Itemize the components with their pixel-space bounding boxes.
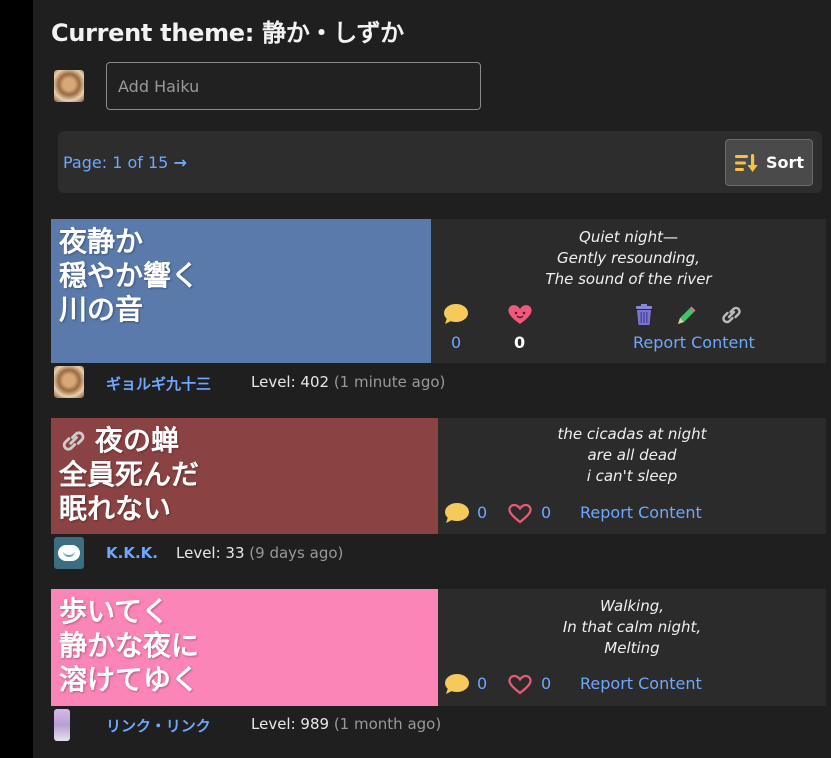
comment-icon (445, 503, 469, 523)
heart-filled-icon (508, 305, 532, 324)
author-avatar[interactable] (54, 537, 84, 569)
timestamp: (1 month ago) (333, 715, 442, 733)
author-name-link[interactable]: ギョルギ九十三 (106, 373, 211, 394)
haiku-author-row: K.K.K. Level: 33 (9 days ago) (51, 536, 826, 570)
page-indicator-label: Page: 1 of 15 (63, 153, 169, 172)
author-name-link[interactable]: リンク・リンク (106, 715, 211, 736)
page-indicator-link[interactable]: Page: 1 of 15 → (63, 153, 187, 172)
sort-down-icon (734, 153, 758, 172)
haiku-japanese-text: 歩いてく 静かな夜に 溶けてゆく (59, 595, 200, 696)
haiku-japanese-panel: 夜静か 穏やか響く 川の音 (51, 219, 431, 363)
link-icon[interactable] (59, 428, 87, 454)
heart-outline-icon (508, 503, 532, 524)
edit-button[interactable] (675, 305, 697, 327)
haiku-english-text: Walking, In that calm night, Melting (562, 597, 702, 657)
arrow-right-icon: → (173, 153, 187, 172)
main-content: Current theme: 静か・しずか Page: 1 of 15 → So… (33, 0, 831, 758)
timestamp: (1 minute ago) (333, 373, 446, 391)
haiku-english-panel: Quiet night— Gently resounding, The soun… (431, 219, 826, 363)
haiku-english-text: the cicadas at night are all dead i can'… (557, 425, 707, 485)
like-count: 0 (541, 674, 552, 693)
sort-button[interactable]: Sort (725, 139, 813, 186)
current-user-avatar[interactable] (54, 70, 84, 102)
comment-count: 0 (477, 503, 488, 522)
haiku-card: 夜の蝉 全員死んだ 眠れない the cicadas at night are … (51, 418, 826, 534)
pencil-icon (678, 306, 696, 324)
delete-button[interactable] (634, 304, 654, 326)
report-content-link[interactable]: Report Content (633, 333, 755, 352)
timestamp: (9 days ago) (249, 544, 344, 562)
like-button[interactable] (506, 501, 534, 525)
haiku-japanese-panel: 夜の蝉 全員死んだ 眠れない (51, 418, 438, 534)
level-label: Level: 402 (251, 373, 330, 391)
report-content-link[interactable]: Report Content (580, 674, 702, 693)
like-count: 0 (514, 333, 526, 352)
comment-count: 0 (451, 333, 462, 352)
add-haiku-input[interactable] (106, 62, 481, 110)
haiku-author-row: リンク・リンク Level: 989 (1 month ago) (51, 707, 826, 741)
haiku-japanese-line: 夜の蝉 (95, 424, 180, 457)
comment-icon (445, 674, 469, 694)
haiku-author-row: ギョルギ九十三 Level: 402 (1 minute ago) (51, 365, 826, 399)
haiku-english-text: Quiet night— Gently resounding, The soun… (545, 228, 712, 288)
trash-icon (636, 304, 652, 325)
like-button[interactable] (506, 302, 534, 326)
like-count: 0 (541, 503, 552, 522)
page-title: Current theme: 静か・しずか (51, 19, 404, 47)
comment-count: 0 (477, 674, 488, 693)
heart-outline-icon (508, 674, 532, 695)
haiku-japanese-panel: 歩いてく 静かな夜に 溶けてゆく (51, 589, 438, 706)
level-label: Level: 989 (251, 715, 330, 733)
haiku-english-panel: the cicadas at night are all dead i can'… (438, 418, 826, 534)
haiku-japanese-text: 全員死んだ 眠れない (59, 458, 200, 525)
author-level: Level: 402 (1 minute ago) (251, 373, 445, 391)
author-avatar[interactable] (54, 709, 70, 741)
pagination-bar: Page: 1 of 15 → Sort (58, 131, 822, 193)
comment-button[interactable] (444, 673, 470, 695)
author-level: Level: 33 (9 days ago) (176, 544, 343, 562)
copy-link-button[interactable] (719, 304, 743, 326)
level-label: Level: 33 (176, 544, 245, 562)
haiku-japanese-text: 夜静か 穏やか響く 川の音 (59, 225, 200, 326)
author-avatar[interactable] (54, 366, 84, 398)
comment-icon (444, 304, 468, 324)
left-sidebar-edge (0, 0, 33, 758)
comment-button[interactable] (443, 303, 469, 325)
haiku-card: 歩いてく 静かな夜に 溶けてゆく Walking, In that calm n… (51, 589, 826, 706)
link-icon (722, 306, 741, 324)
haiku-first-line: 夜の蝉 (59, 424, 430, 458)
like-button[interactable] (506, 672, 534, 696)
author-level: Level: 989 (1 month ago) (251, 715, 441, 733)
comment-button[interactable] (444, 502, 470, 524)
author-name-link[interactable]: K.K.K. (106, 544, 158, 562)
sort-label: Sort (765, 153, 805, 172)
report-content-link[interactable]: Report Content (580, 503, 702, 522)
haiku-card: 夜静か 穏やか響く 川の音 Quiet night— Gently resoun… (51, 219, 826, 363)
haiku-english-panel: Walking, In that calm night, Melting 0 0… (438, 589, 826, 706)
